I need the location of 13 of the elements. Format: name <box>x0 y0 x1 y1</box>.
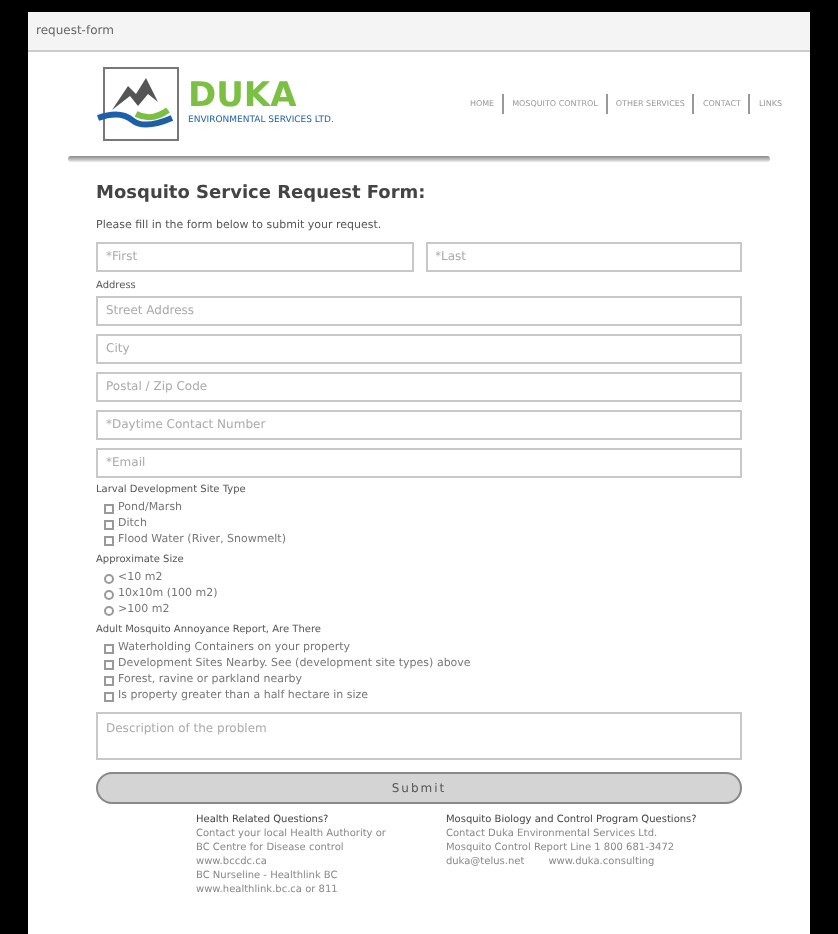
logo-name: DUKA <box>188 80 297 115</box>
checkbox[interactable] <box>104 519 114 530</box>
radio-button[interactable] <box>104 605 114 616</box>
checkbox[interactable] <box>104 691 114 702</box>
checkbox[interactable] <box>104 503 114 514</box>
checkbox[interactable] <box>104 535 114 546</box>
checkbox[interactable] <box>104 659 114 670</box>
radio-button[interactable] <box>104 573 114 584</box>
form-title: Mosquito Service Request Form: <box>96 182 428 208</box>
radio-button[interactable] <box>104 589 114 600</box>
checkbox[interactable] <box>104 643 114 654</box>
mountain-river-logo-icon <box>96 66 180 142</box>
checkbox[interactable] <box>104 675 114 686</box>
